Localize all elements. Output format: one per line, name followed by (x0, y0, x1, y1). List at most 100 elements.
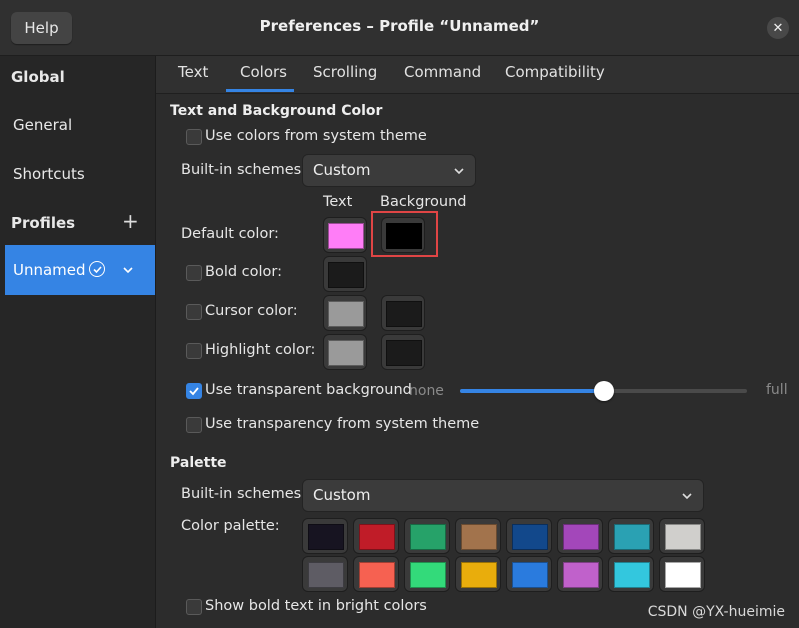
palette-color-swatch (359, 524, 395, 550)
palette-color-swatch (665, 562, 701, 588)
color-palette-label: Color palette: (181, 518, 280, 534)
builtin-schemes-dropdown[interactable]: Custom (302, 154, 476, 187)
transparency-system-label: Use transparency from system theme (205, 416, 480, 432)
default-text-color-swatch (328, 223, 364, 249)
palette-color-button[interactable] (659, 556, 705, 592)
palette-color-button[interactable] (557, 518, 603, 554)
cursor-background-color-button[interactable] (381, 295, 425, 331)
palette-color-swatch (563, 524, 599, 550)
window-title: Preferences – Profile “Unnamed” (259, 17, 540, 35)
tab-command[interactable]: Command (404, 63, 481, 81)
palette-color-swatch (512, 562, 548, 588)
cursor-color-checkbox[interactable] (186, 304, 202, 320)
slider-max-label: full (766, 382, 788, 398)
slider-min-label: none (409, 383, 444, 399)
palette-color-swatch (614, 562, 650, 588)
watermark: CSDN @YX-hueimie (647, 604, 785, 620)
bold-bright-checkbox[interactable] (186, 599, 202, 615)
palette-color-swatch (512, 524, 548, 550)
palette-color-button[interactable] (608, 556, 654, 592)
palette-color-button[interactable] (302, 518, 348, 554)
transparent-background-label: Use transparent background (205, 382, 412, 398)
highlight-text-color-swatch (328, 340, 364, 366)
cursor-text-color-button[interactable] (323, 295, 367, 331)
builtin-schemes-label: Built-in schemes: (181, 162, 307, 178)
use-system-colors-checkbox[interactable] (186, 129, 202, 145)
tab-colors[interactable]: Colors (240, 63, 287, 81)
column-header-text: Text (323, 194, 353, 210)
palette-color-button[interactable] (404, 518, 450, 554)
checkmark-icon (189, 387, 199, 396)
palette-color-button[interactable] (404, 556, 450, 592)
close-icon: ✕ (772, 20, 784, 36)
bold-color-label: Bold color: (205, 264, 282, 280)
palette-color-swatch (461, 524, 497, 550)
transparent-background-checkbox[interactable] (186, 383, 202, 399)
tab-compatibility[interactable]: Compatibility (505, 63, 605, 81)
preferences-window: Help Preferences – Profile “Unnamed” ✕ G… (0, 0, 799, 628)
close-button[interactable]: ✕ (767, 17, 789, 39)
palette-color-button[interactable] (506, 556, 552, 592)
sidebar-item-shortcuts[interactable]: Shortcuts (13, 165, 85, 183)
highlight-background-color-button[interactable] (381, 334, 425, 370)
chevron-down-icon[interactable] (122, 261, 134, 280)
palette-schemes-label: Built-in schemes: (181, 486, 307, 502)
bold-bright-label: Show bold text in bright colors (205, 598, 427, 614)
tab-scrolling[interactable]: Scrolling (313, 63, 377, 81)
highlight-background-color-swatch (386, 340, 422, 366)
palette-color-swatch (308, 562, 344, 588)
sidebar-heading-global: Global (11, 68, 65, 86)
palette-schemes-value: Custom (313, 486, 371, 504)
palette-color-button[interactable] (659, 518, 705, 554)
highlight-color-checkbox[interactable] (186, 343, 202, 359)
palette-color-button[interactable] (353, 556, 399, 592)
palette-color-swatch (461, 562, 497, 588)
plus-icon: + (122, 209, 139, 233)
palette-color-button[interactable] (608, 518, 654, 554)
slider-knob[interactable] (593, 381, 614, 401)
bold-color-button[interactable] (323, 256, 367, 292)
palette-color-button[interactable] (506, 518, 552, 554)
add-profile-button[interactable]: + (122, 209, 139, 233)
transparency-slider[interactable] (460, 380, 747, 402)
palette-color-button[interactable] (455, 518, 501, 554)
cursor-text-color-swatch (328, 301, 364, 327)
palette-color-swatch (563, 562, 599, 588)
annotation-highlight-box (371, 211, 438, 257)
cursor-background-color-swatch (386, 301, 422, 327)
default-text-color-button[interactable] (323, 217, 367, 253)
cursor-color-label: Cursor color: (205, 303, 298, 319)
palette-color-button[interactable] (302, 556, 348, 592)
bold-color-checkbox[interactable] (186, 265, 202, 281)
default-color-label: Default color: (181, 226, 279, 242)
column-header-background: Background (380, 194, 467, 210)
section-title-text-background: Text and Background Color (170, 103, 383, 119)
chevron-down-icon (454, 168, 464, 175)
sidebar: Global General Shortcuts Profiles + Unna… (0, 56, 156, 628)
slider-fill (460, 389, 604, 393)
builtin-schemes-value: Custom (313, 161, 371, 179)
default-profile-check-icon (89, 261, 105, 277)
transparency-system-checkbox[interactable] (186, 417, 202, 433)
palette-color-swatch (410, 562, 446, 588)
palette-color-swatch (359, 562, 395, 588)
chevron-down-icon (682, 493, 692, 500)
sidebar-heading-profiles: Profiles (11, 214, 76, 232)
palette-color-button[interactable] (353, 518, 399, 554)
active-tab-indicator (226, 89, 294, 92)
highlight-color-label: Highlight color: (205, 342, 316, 358)
palette-color-swatch (308, 524, 344, 550)
use-system-colors-label: Use colors from system theme (205, 128, 427, 144)
tab-text[interactable]: Text (178, 63, 208, 81)
profile-name: Unnamed (13, 261, 86, 279)
bold-color-swatch (328, 262, 364, 288)
palette-color-button[interactable] (557, 556, 603, 592)
palette-color-swatch (410, 524, 446, 550)
sidebar-item-profile-unnamed[interactable]: Unnamed (5, 245, 155, 295)
sidebar-item-general[interactable]: General (13, 116, 72, 134)
palette-color-button[interactable] (455, 556, 501, 592)
highlight-text-color-button[interactable] (323, 334, 367, 370)
palette-schemes-dropdown[interactable]: Custom (302, 479, 704, 512)
title-bar: Help Preferences – Profile “Unnamed” ✕ (0, 0, 799, 56)
tab-bar: Text Colors Scrolling Command Compatibil… (156, 56, 799, 94)
